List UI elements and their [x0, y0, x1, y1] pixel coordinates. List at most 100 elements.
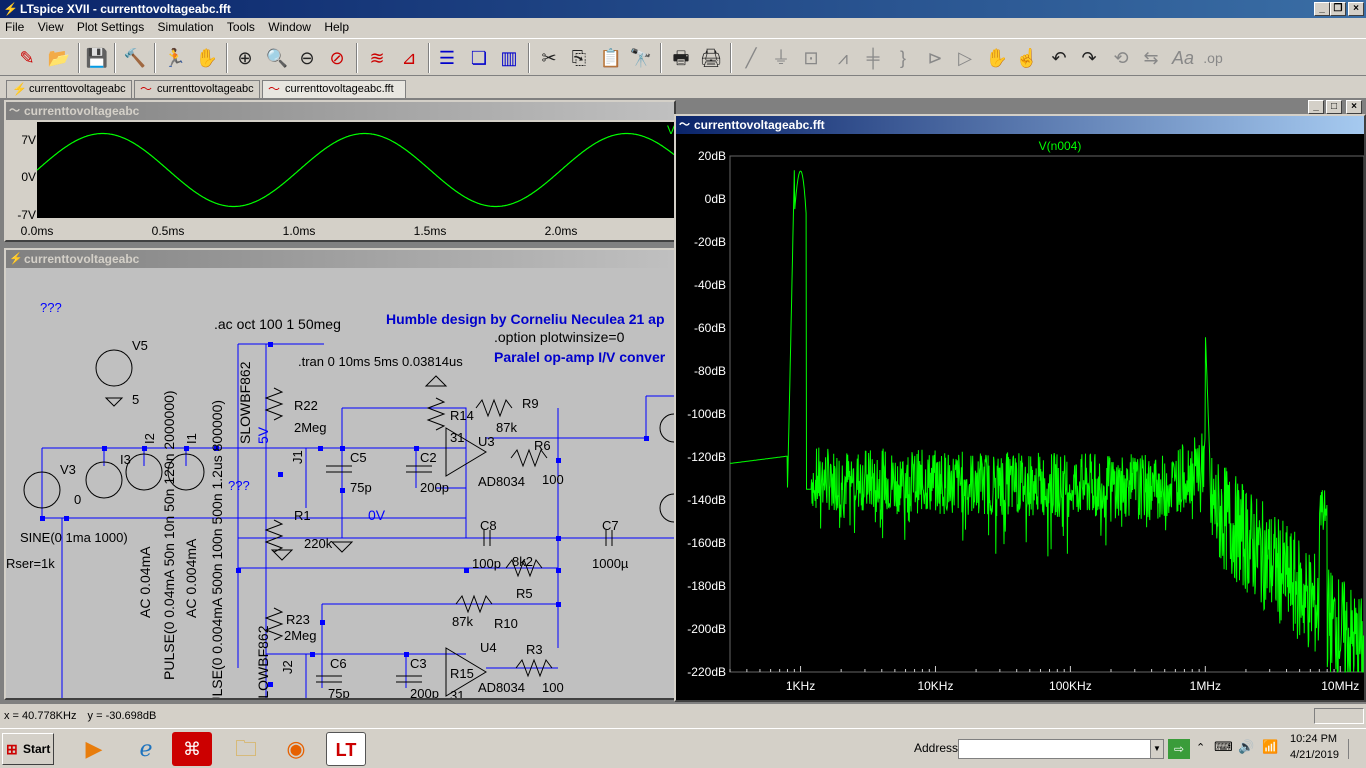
cancel-zoom-icon[interactable]: ⊘ [324, 45, 350, 71]
find-icon[interactable]: 🔭 [628, 45, 654, 71]
unknown-label-1: ??? [40, 300, 62, 315]
network-icon[interactable]: 📶 [1262, 739, 1278, 755]
transient-window-titlebar[interactable]: 〜 currenttovoltageabc [6, 102, 674, 120]
save-icon[interactable]: 💾 [84, 45, 110, 71]
fft-window[interactable]: 〜 currenttovoltageabc.fft V(n004) 20dB 0d… [674, 114, 1366, 702]
ltspice-app-icon: ⚡ [3, 2, 18, 16]
menu-view[interactable]: View [33, 18, 69, 36]
acrobat-icon[interactable]: ⌘ [172, 732, 212, 766]
tab-waveform[interactable]: 〜 currenttovoltageabc [134, 80, 260, 98]
menu-window[interactable]: Window [263, 18, 316, 36]
fft-plot-frame [729, 155, 1364, 673]
menu-tools[interactable]: Tools [222, 18, 260, 36]
halt-icon[interactable]: ✋ [194, 45, 220, 71]
open-icon[interactable]: 📂 [46, 45, 72, 71]
new-schematic-icon[interactable]: ✎ [14, 45, 40, 71]
close-button[interactable]: × [1348, 2, 1364, 16]
clock-date[interactable]: 4/21/2019 [1290, 749, 1339, 761]
tab-schematic[interactable]: ⚡ currenttovoltageabc [6, 80, 132, 98]
title-bar[interactable]: ⚡ LTspice XVII - currenttovoltageabc.fft… [0, 0, 1366, 18]
child-minimize-button[interactable]: _ [1308, 100, 1324, 114]
minimize-button[interactable]: _ [1314, 2, 1330, 16]
net-label-0v: 0V [368, 507, 386, 523]
tile-horizontal-icon[interactable]: ☰ [434, 45, 460, 71]
component-icon[interactable]: ▷ [952, 45, 978, 71]
undo-icon[interactable]: ↶ [1046, 45, 1072, 71]
wire-icon[interactable]: ╱ [738, 45, 764, 71]
waveform-icon: 〜 [268, 82, 281, 96]
child-restore-button[interactable]: □ [1326, 100, 1342, 114]
fft-y-tick: -180dB [687, 579, 726, 593]
menu-file[interactable]: File [0, 18, 29, 36]
volume-icon[interactable]: 🔊 [1238, 739, 1254, 755]
capacitor-icon[interactable]: ╪ [860, 45, 886, 71]
label-c6-value: 75p [328, 686, 350, 698]
cut-icon[interactable]: ✂ [536, 45, 562, 71]
run-icon[interactable]: 🏃 [162, 45, 188, 71]
firefox-icon[interactable]: ◉ [276, 732, 316, 766]
file-explorer-icon[interactable]: 🗀 [226, 732, 266, 766]
drag-icon[interactable]: ☝ [1014, 45, 1040, 71]
menu-bar: File View Plot Settings Simulation Tools… [0, 18, 1366, 38]
menu-plot-settings[interactable]: Plot Settings [72, 18, 149, 36]
media-player-icon[interactable]: ▶ [74, 732, 114, 766]
waveform-icon: 〜 [9, 105, 20, 117]
zoom-fit-icon[interactable]: ⊖ [294, 45, 320, 71]
x-tick-0-5ms: 0.5ms [152, 224, 185, 238]
start-button[interactable]: ⊞ Start [2, 733, 54, 765]
fft-x-tick: 1MHz [1190, 679, 1221, 693]
internet-explorer-icon[interactable]: ℯ [126, 732, 166, 766]
label-r10: R10 [494, 616, 518, 631]
schematic-window-titlebar[interactable]: ⚡ currenttovoltageabc [6, 250, 674, 268]
label-r5-value: 8k2 [512, 554, 533, 569]
go-arrow-icon[interactable]: ⇨ [1168, 739, 1190, 759]
usb-icon[interactable]: ⌨ [1214, 739, 1233, 755]
label-c3: C3 [410, 656, 427, 671]
diode-icon[interactable]: ⊳ [922, 45, 948, 71]
child-close-button[interactable]: × [1346, 100, 1362, 114]
clock-time[interactable]: 10:24 PM [1290, 733, 1337, 745]
fft-y-tick: -60dB [694, 321, 726, 335]
show-desktop-button[interactable] [1348, 739, 1360, 759]
text-icon[interactable]: Aa [1170, 45, 1196, 71]
address-dropdown-icon[interactable]: ▼ [1150, 739, 1164, 759]
cascade-icon[interactable]: ❏ [466, 45, 492, 71]
transient-plot[interactable]: 7V 0V -7V 0.0ms 0.5ms 1.0ms 1.5ms 2.0ms … [6, 120, 674, 238]
waveform-icon: 〜 [140, 82, 153, 96]
schematic-window[interactable]: ⚡ currenttovoltageabc ??? .ac oct 100 1 … [4, 248, 676, 700]
show-hidden-icons-icon[interactable]: ⌃ [1196, 741, 1205, 754]
zoom-out-icon[interactable]: 🔍 [264, 45, 290, 71]
rotate-icon[interactable]: ⟲ [1108, 45, 1134, 71]
label-c2: C2 [420, 450, 437, 465]
spice-directive-icon[interactable]: .op [1200, 45, 1226, 71]
label-c3-value: 200p [410, 686, 439, 698]
control-panel-icon[interactable]: 🔨 [122, 45, 148, 71]
zoom-in-icon[interactable]: ⊕ [232, 45, 258, 71]
tile-vertical-icon[interactable]: ▥ [496, 45, 522, 71]
ltspice-icon[interactable]: LT [326, 732, 366, 766]
fft-y-tick: -120dB [687, 450, 726, 464]
resistor-icon[interactable]: ⩘ [830, 45, 856, 71]
label-icon[interactable]: ⊡ [798, 45, 824, 71]
ground-icon[interactable]: ⏚ [768, 45, 794, 71]
copy-icon[interactable]: ⎘ [566, 45, 592, 71]
fft-plot[interactable]: V(n004) 20dB 0dB -20dB -40dB -60dB -80dB -100d… [676, 134, 1364, 700]
redo-icon[interactable]: ↷ [1076, 45, 1102, 71]
tab-fft[interactable]: 〜 currenttovoltageabc.fft [262, 80, 406, 98]
autorange-icon[interactable]: ≋ [364, 45, 390, 71]
move-icon[interactable]: ✋ [984, 45, 1010, 71]
schematic-canvas[interactable]: ??? .ac oct 100 1 50meg .tran 0 10ms 5ms… [6, 268, 674, 698]
restore-button[interactable]: ❐ [1330, 2, 1346, 16]
transient-waveform-window[interactable]: 〜 currenttovoltageabc 7V 0V -7V 0.0ms 0.… [4, 100, 676, 242]
menu-help[interactable]: Help [319, 18, 354, 36]
menu-simulation[interactable]: Simulation [153, 18, 219, 36]
print-setup-icon[interactable]: 🖨 [698, 45, 724, 71]
inductor-icon[interactable]: } [890, 45, 916, 71]
address-input[interactable] [958, 739, 1154, 759]
manual-limits-icon[interactable]: ⊿ [396, 45, 422, 71]
paste-icon[interactable]: 📋 [598, 45, 624, 71]
mirror-icon[interactable]: ⇆ [1138, 45, 1164, 71]
label-r1-value: 220k [304, 536, 333, 551]
fft-window-titlebar[interactable]: 〜 currenttovoltageabc.fft [676, 116, 1364, 134]
print-icon[interactable]: 🖶 [668, 45, 694, 71]
